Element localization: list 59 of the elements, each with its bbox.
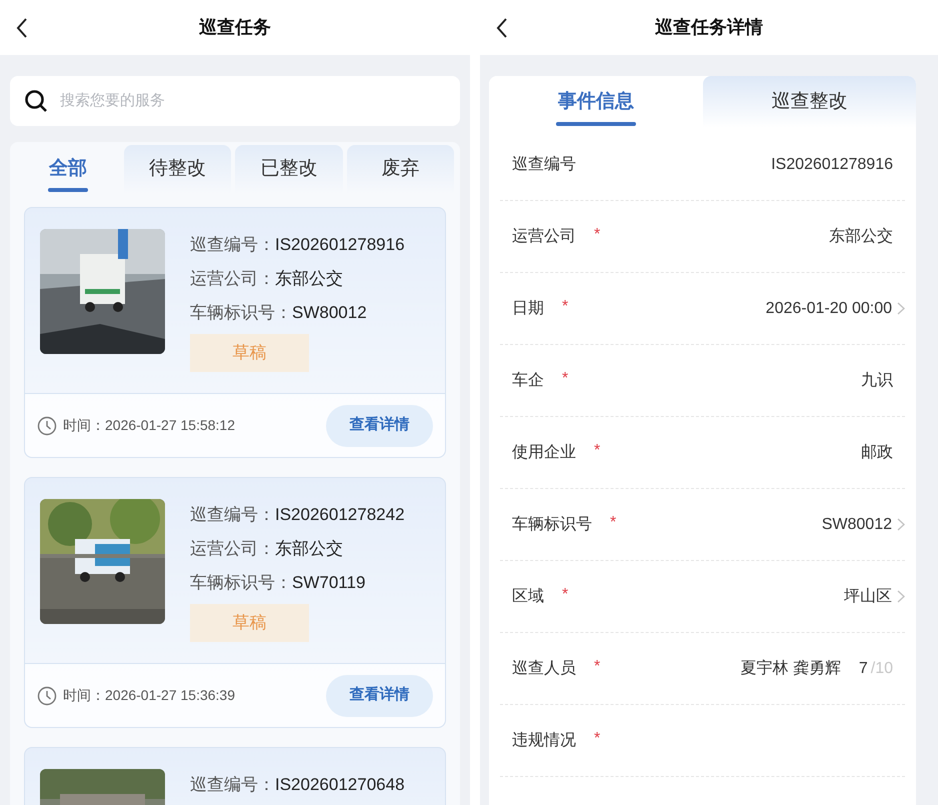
field-label: 巡查编号： [190,234,275,256]
field-label: 运营公司 [512,226,576,246]
clock-icon [37,416,57,436]
status-badge: 草稿 [190,604,309,642]
field-value: 坪山区 [844,586,892,606]
character-count: 7 [858,658,868,678]
field-label: 车辆标识号 [512,514,592,534]
field-value: 东部公交 [275,268,343,290]
field-value: IS202601278242 [275,504,405,526]
required-mark: * [562,369,568,389]
field-label: 巡查人员 [512,658,576,678]
required-mark: * [610,513,616,533]
clock-icon [37,686,57,706]
time-text: 2026-01-27 15:58:12 [105,416,235,435]
required-mark: * [594,441,600,461]
tab-indicator [48,188,88,192]
time-text: 2026-01-27 15:36:39 [105,686,235,705]
field-label: 区域 [512,586,544,606]
required-mark: * [594,729,600,749]
field-value: 九识 [861,370,893,390]
view-details-button[interactable]: 查看详情 [326,404,433,446]
time-label: 时间： [63,686,105,705]
back-icon[interactable] [16,18,28,38]
search-input[interactable]: 搜索您要的服务 [60,90,446,112]
field-value: SW80012 [292,302,367,324]
field-value: SW70119 [292,572,366,594]
required-mark: * [562,585,568,605]
field-value: 东部公交 [275,538,343,560]
time-label: 时间： [63,416,105,435]
field-label: 车企 [512,370,544,390]
search-icon [24,89,48,113]
required-mark: * [594,225,600,245]
field-value: IS202601278916 [275,234,405,256]
required-mark: * [594,657,600,677]
required-mark: * [562,297,568,317]
search-field[interactable]: 搜索您要的服务 [10,76,460,126]
field-label: 巡查编号 [512,154,576,174]
field-label: 巡查编号： [190,504,275,526]
page-title: 巡查任务详情 [655,16,763,39]
status-badge: 草稿 [190,334,309,372]
field-value: 邮政 [861,442,893,462]
field-value: 东部公交 [829,226,893,246]
field-label: 运营公司： [190,268,275,290]
view-details-button[interactable]: 查看详情 [326,674,433,716]
field-value: IS202601278916 [771,154,893,174]
field-label: 使用企业 [512,442,576,462]
field-value: SW80012 [822,514,892,534]
field-label: 日期 [512,298,544,318]
tab[interactable]: 全部 [14,145,122,194]
field-label: 违规情况 [512,730,576,750]
field-value: IS202601270648 [275,774,405,796]
field-label: 车辆标识号： [190,302,292,324]
field-value: 夏宇林 龚勇辉 [740,658,841,678]
field-label: 车辆标识号： [190,572,292,594]
field-value: 2026-01-20 00:00 [766,298,892,318]
field-label: 巡查编号： [190,774,275,796]
back-icon[interactable] [496,18,508,38]
field-label: 运营公司： [190,538,275,560]
page-title: 巡查任务 [199,16,271,39]
